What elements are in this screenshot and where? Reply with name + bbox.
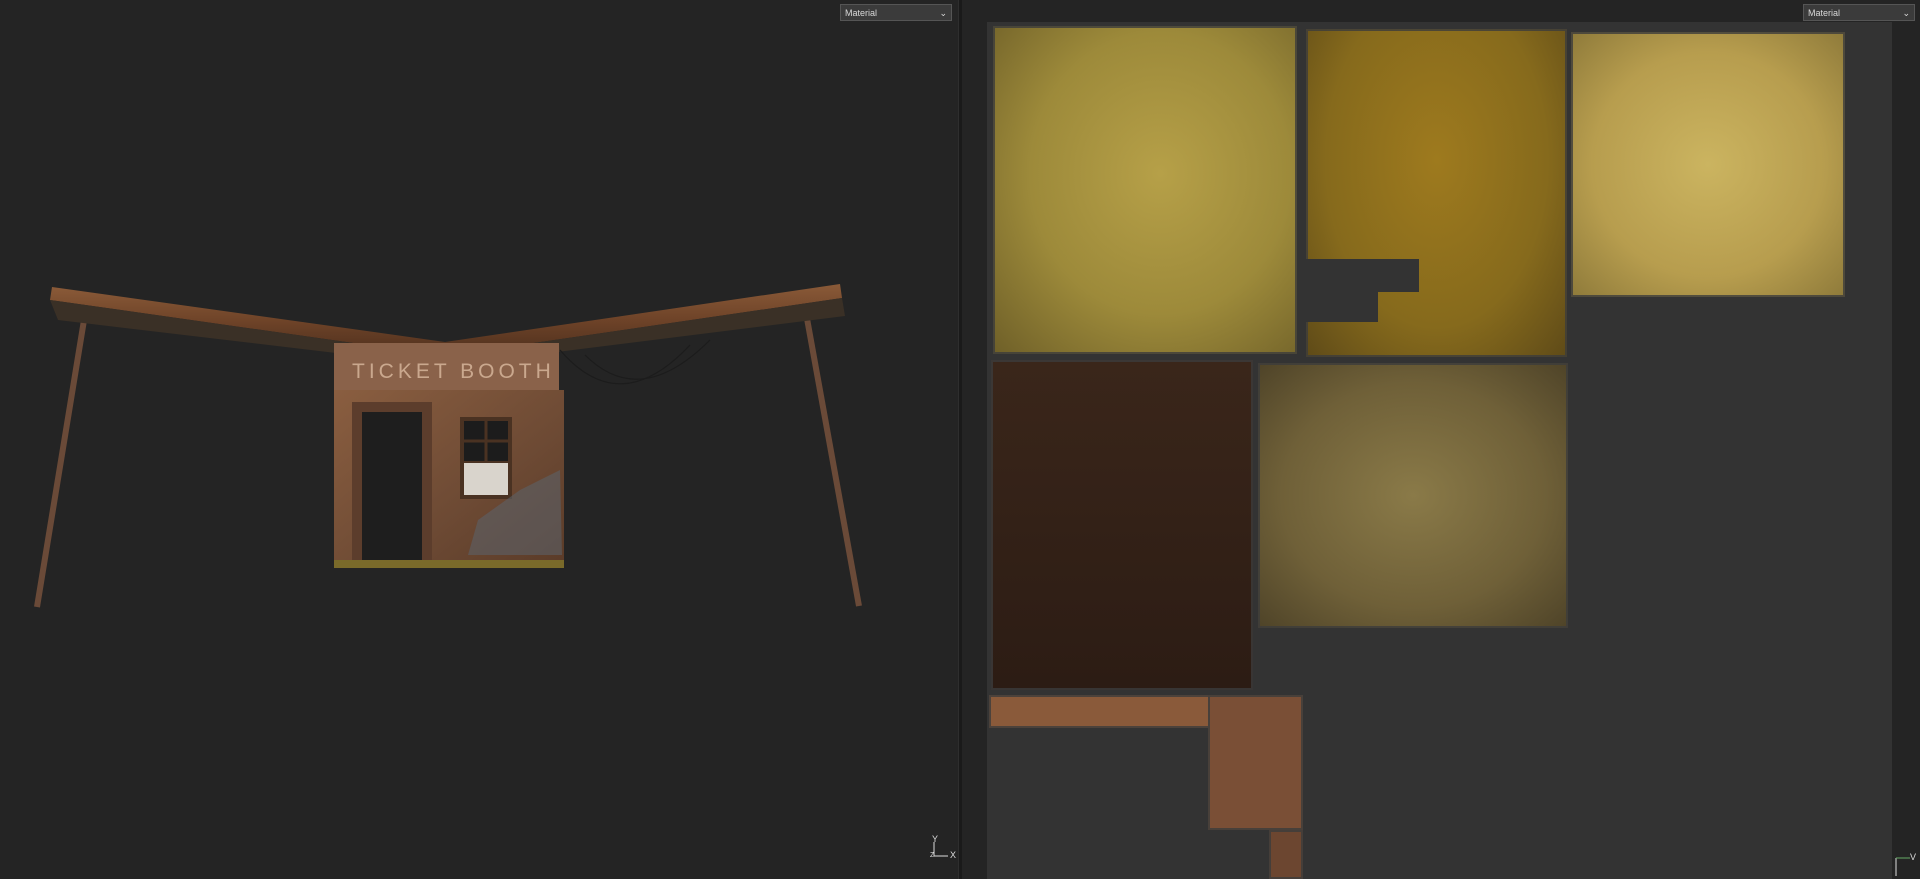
chevron-down-icon: ⌄: [1902, 8, 1910, 18]
uv-island-rust-corner-lower[interactable]: [1269, 830, 1303, 879]
axis-x-label: X: [950, 850, 957, 860]
shading-mode-label: Material: [1808, 8, 1841, 18]
uv-island-olive[interactable]: [1258, 363, 1568, 628]
right-pole: [803, 312, 862, 607]
uv-island-yellow-3[interactable]: [1571, 32, 1845, 297]
axis-gizmo-uv: V: [1892, 852, 1918, 879]
axis-y-label: Y: [932, 834, 939, 844]
axis-gizmo-3d: Y X Z: [930, 834, 956, 864]
uv-island-yellow-1[interactable]: [993, 26, 1297, 354]
viewport-3d[interactable]: Material ⌄ TICKET BOOTH Y X Z: [0, 0, 958, 879]
axis-z-label: Z: [930, 852, 935, 859]
viewport-uv[interactable]: Material ⌄ V: [962, 0, 1920, 879]
booth-door-opening: [362, 412, 422, 564]
ticket-booth-sign: TICKET BOOTH: [352, 360, 555, 383]
uv-island-cutout: [1306, 259, 1419, 292]
axis-v-label: V: [1910, 852, 1917, 862]
uv-island-dark-brown[interactable]: [991, 360, 1253, 690]
uv-island-rust-corner-vertical[interactable]: [1208, 695, 1303, 830]
uv-island-cutout: [1306, 290, 1378, 322]
shading-mode-dropdown-uv[interactable]: Material ⌄: [1803, 4, 1915, 21]
left-pole: [34, 307, 89, 608]
ticket-booth-model[interactable]: TICKET BOOTH: [0, 0, 958, 879]
